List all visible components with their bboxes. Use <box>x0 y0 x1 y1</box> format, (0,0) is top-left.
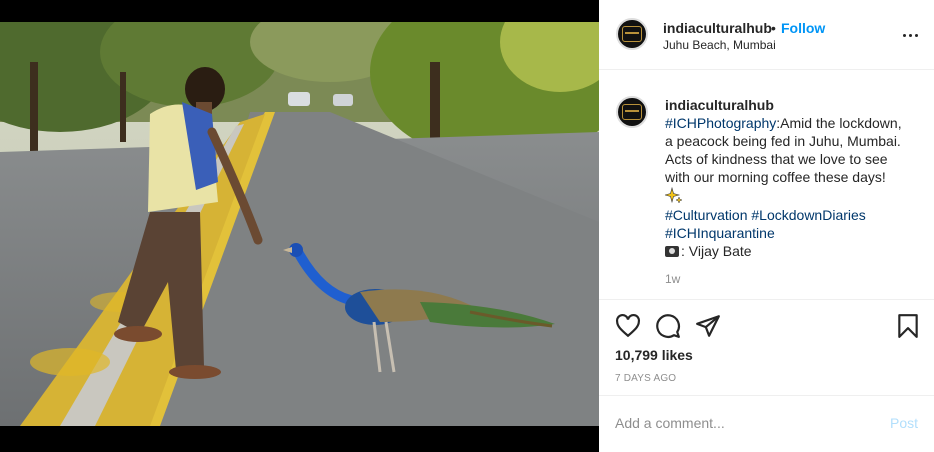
peacock-photo-illustration <box>0 22 599 426</box>
follow-button[interactable]: Follow <box>781 20 825 36</box>
more-dot <box>909 34 912 37</box>
post-date[interactable]: 7 DAYS AGO <box>615 373 676 384</box>
post-details-panel: indiaculturalhub • Follow Juhu Beach, Mu… <box>599 0 934 452</box>
bookmark-icon[interactable] <box>895 313 921 339</box>
comment-input[interactable] <box>615 413 885 433</box>
photo-credit: : Vijay Bate <box>681 243 752 259</box>
comment-box: Post <box>599 396 934 452</box>
comment-icon[interactable] <box>655 313 681 339</box>
avatar-logo-bar <box>625 110 639 112</box>
header-separator: • <box>771 20 776 36</box>
likes-count[interactable]: 10,799 likes <box>615 347 693 363</box>
post-actions: 10,799 likes 7 DAYS AGO <box>599 300 934 396</box>
post-location[interactable]: Juhu Beach, Mumbai <box>663 38 776 52</box>
avatar-logo <box>622 26 642 42</box>
hashtag-link[interactable]: #ICHPhotography <box>665 115 776 131</box>
share-icon[interactable] <box>695 313 721 339</box>
caption-text: :Amid the lockdown, <box>776 115 902 131</box>
caption-text: with our morning coffee these days! <box>665 169 886 185</box>
hashtag-link[interactable]: #LockdownDiaries <box>751 207 865 223</box>
avatar-logo-bar <box>625 32 639 34</box>
avatar-logo <box>622 104 642 120</box>
more-dot <box>915 34 918 37</box>
hashtag-link[interactable]: #ICHInquarantine <box>665 225 775 241</box>
avatar[interactable] <box>616 18 648 50</box>
caption-text: Acts of kindness that we love to see <box>665 151 888 167</box>
caption-text: a peacock being fed in Juhu, Mumbai. <box>665 133 901 149</box>
sparkles-icon <box>665 187 683 204</box>
heart-icon[interactable] <box>615 313 641 339</box>
post-comment-button[interactable]: Post <box>890 415 918 431</box>
more-dot <box>903 34 906 37</box>
post-media-area <box>0 0 599 452</box>
caption-username[interactable]: indiaculturalhub <box>665 96 917 114</box>
post-caption: indiaculturalhub #ICHPhotography:Amid th… <box>599 70 934 300</box>
author-username[interactable]: indiaculturalhub <box>663 20 772 36</box>
hashtag-link[interactable]: #Culturvation <box>665 207 748 223</box>
post-photo[interactable] <box>0 22 599 426</box>
camera-icon <box>665 246 679 257</box>
more-options-icon[interactable] <box>901 26 919 44</box>
caption-avatar[interactable] <box>616 96 648 128</box>
caption-timestamp[interactable]: 1w <box>665 272 680 286</box>
post-header: indiaculturalhub • Follow Juhu Beach, Mu… <box>599 0 934 70</box>
caption-body: indiaculturalhub #ICHPhotography:Amid th… <box>665 96 917 260</box>
